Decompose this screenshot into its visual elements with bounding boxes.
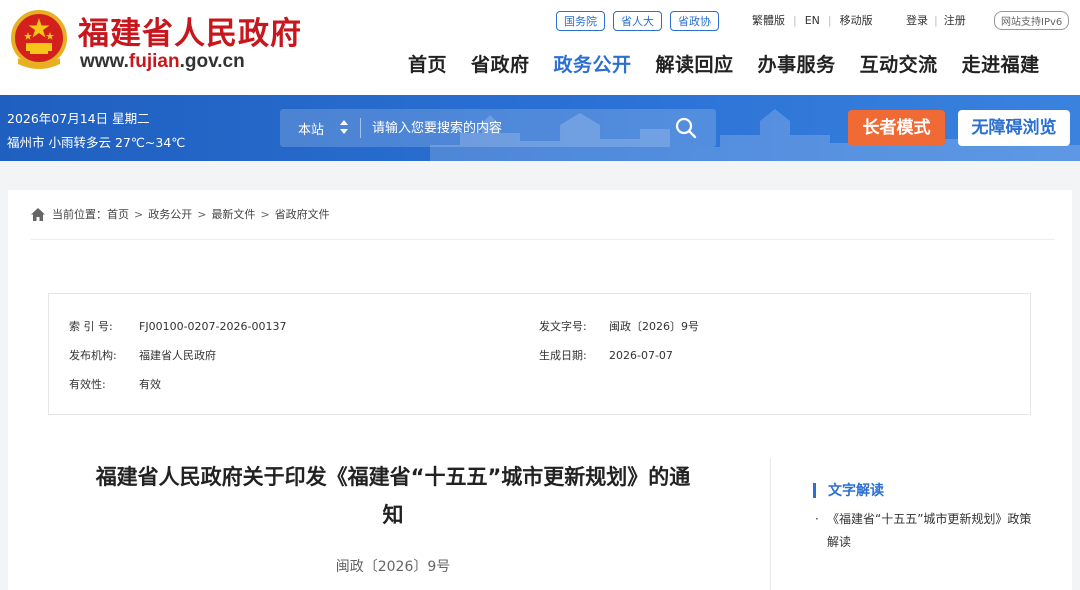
english-link[interactable]: EN: [805, 14, 820, 27]
site-header: 福建省人民政府 www.fujian.gov.cn 国务院 省人大 省政协 繁體…: [0, 0, 1080, 95]
main-nav: 首页 省政府 政务公开 解读回应 办事服务 互动交流 走进福建: [396, 50, 1052, 77]
meta-value: 有效: [139, 378, 161, 391]
meta-value: 福建省人民政府: [139, 349, 216, 362]
sidebar-heading: 文字解读: [813, 480, 884, 500]
site-name: 福建省人民政府: [78, 16, 302, 52]
accessible-browse-button[interactable]: 无障碍浏览: [958, 110, 1070, 146]
breadcrumb-prefix: 当前位置：: [52, 208, 107, 221]
meta-document-number: 发文字号: 闽政〔2026〕9号: [539, 318, 699, 334]
elder-mode-button[interactable]: 长者模式: [848, 110, 945, 146]
top-link-provincial-cppcc[interactable]: 省政协: [670, 11, 719, 31]
meta-issuing-org: 发布机构: 福建省人民政府: [69, 347, 216, 363]
separator: |: [934, 13, 938, 27]
meta-generated-date: 生成日期: 2026-07-07: [539, 347, 673, 363]
site-url-highlight: fujian: [128, 51, 180, 72]
document-metadata: 索 引 号: FJ00100-0207-2026-00137 发文字号: 闽政〔20…: [48, 293, 1031, 415]
breadcrumb-item[interactable]: 最新文件: [211, 206, 255, 222]
sidebar-interpretation-link[interactable]: · 《福建省“十五五”城市更新规划》政策解读: [815, 508, 1035, 554]
info-search-bar: 2026年07月14日 星期二 福州市 小雨转多云 27℃~34℃ 本站 长者模…: [0, 95, 1080, 161]
search-icon[interactable]: [674, 116, 698, 140]
nav-services[interactable]: 办事服务: [746, 50, 848, 77]
breadcrumb-divider: [31, 239, 1055, 240]
meta-index-number: 索 引 号: FJ00100-0207-2026-00137: [69, 318, 286, 334]
top-link-state-council[interactable]: 国务院: [556, 11, 605, 31]
current-date: 2026年07月14日 星期二: [7, 111, 150, 126]
breadcrumb-item[interactable]: 首页: [107, 206, 129, 222]
meta-validity: 有效性: 有效: [69, 376, 161, 392]
search-divider: [360, 118, 361, 138]
nav-provincial-government[interactable]: 省政府: [459, 50, 542, 77]
meta-label: 发文字号:: [539, 320, 587, 333]
meta-label: 索 引 号:: [69, 320, 113, 333]
meta-value: 闽政〔2026〕9号: [609, 320, 699, 333]
meta-value: 2026-07-07: [609, 349, 673, 362]
mobile-link[interactable]: 移动版: [840, 12, 873, 28]
breadcrumb-item[interactable]: 省政府文件: [275, 206, 330, 222]
nav-home[interactable]: 首页: [396, 50, 459, 77]
heading-accent-bar: [813, 482, 816, 498]
national-emblem-icon: [11, 10, 67, 69]
login-links: 登录 | 注册: [906, 12, 966, 28]
search-scope-select[interactable]: 本站: [298, 119, 324, 138]
meta-label: 发布机构:: [69, 349, 117, 362]
separator: |: [827, 13, 832, 27]
home-icon: [31, 207, 45, 221]
nav-interpretation[interactable]: 解读回应: [644, 50, 746, 77]
breadcrumb-separator: >: [134, 207, 144, 221]
nav-government-affairs[interactable]: 政务公开: [542, 50, 644, 77]
article-title-line: 福建省人民政府关于印发《福建省“十五五”城市更新规划》的通: [95, 465, 691, 489]
article-title-line: 知: [382, 503, 404, 527]
site-url-suffix: .gov.cn: [179, 51, 245, 72]
meta-value: FJ00100-0207-2026-00137: [139, 320, 287, 333]
content-panel: 当前位置： 首页 > 政务公开 > 最新文件 > 省政府文件 索 引 号: FJ0…: [8, 190, 1072, 590]
column-divider: [770, 458, 771, 590]
site-url: www.fujian.gov.cn: [80, 51, 245, 73]
bullet-icon: ·: [815, 512, 819, 526]
breadcrumb-item[interactable]: 政务公开: [148, 206, 192, 222]
nav-interaction[interactable]: 互动交流: [848, 50, 950, 77]
top-link-provincial-congress[interactable]: 省人大: [613, 11, 662, 31]
meta-label: 有效性:: [69, 378, 106, 391]
article-title: 福建省人民政府关于印发《福建省“十五五”城市更新规划》的通 知: [48, 458, 738, 534]
article-document-number: 闽政〔2026〕9号: [335, 559, 451, 575]
breadcrumb-separator: >: [260, 207, 270, 221]
register-link[interactable]: 注册: [944, 12, 966, 28]
utility-links: 繁體版 | EN | 移动版: [752, 12, 873, 28]
breadcrumb: 当前位置： 首页 > 政务公开 > 最新文件 > 省政府文件: [31, 206, 330, 222]
traditional-chinese-link[interactable]: 繁體版: [752, 12, 785, 28]
site-url-prefix: www.: [80, 51, 129, 72]
login-link[interactable]: 登录: [906, 12, 928, 28]
breadcrumb-separator: >: [197, 207, 207, 221]
sidebar-heading-text: 文字解读: [828, 483, 884, 499]
nav-about-fujian[interactable]: 走进福建: [950, 50, 1052, 77]
search-input[interactable]: [372, 113, 662, 143]
sidebar-link-text: 《福建省“十五五”城市更新规划》政策解读: [827, 512, 1032, 549]
ipv6-badge: 网站支持IPv6: [994, 11, 1070, 30]
top-links: 国务院 省人大 省政协: [556, 11, 719, 31]
search-box: 本站: [280, 109, 716, 147]
weather-info: 福州市 小雨转多云 27℃~34℃: [7, 135, 186, 150]
separator: |: [793, 13, 797, 27]
updown-arrow-icon: [340, 120, 348, 134]
meta-label: 生成日期:: [539, 349, 587, 362]
